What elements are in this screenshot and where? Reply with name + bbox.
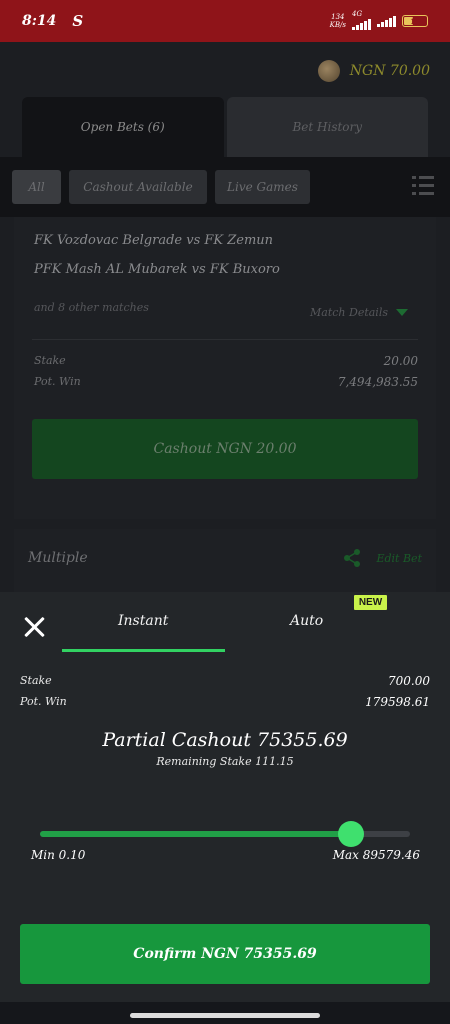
edit-bet-link[interactable]: Edit Bet [376,552,422,565]
system-nav-bar [0,1002,450,1024]
pot-win-value: 7,494,983.55 [337,375,418,389]
tab-bet-history[interactable]: Bet History [226,97,428,157]
partial-cashout-amount: Partial Cashout 75355.69 [102,729,348,751]
bet-tabs: Open Bets (6) Bet History [22,97,428,157]
filter-bar: All Cashout Available Live Games [0,157,450,217]
tab-open-bets[interactable]: Open Bets (6) [22,97,224,157]
pot-win-value: 179598.61 [365,695,430,709]
match-row: PFK Mash AL Mubarek vs FK Buxoro [34,262,280,277]
multiple-bet-card: Multiple Edit Bet [14,529,436,592]
app-notification-icon: S [72,12,84,30]
filter-live-games[interactable]: Live Games [215,170,310,204]
status-bar: 8:14 S 134 KB/s 4G 14 [0,0,450,42]
bet-type-title: Multiple [28,550,88,566]
pot-win-label: Pot. Win [34,375,81,388]
slider-min-label: Min 0.10 [31,848,86,862]
other-matches-text: and 8 other matches [34,301,149,314]
remaining-stake: Remaining Stake 111.15 [156,755,294,768]
status-indicators: 134 KB/s 4G 14 [329,10,428,32]
stake-value: 20.00 [383,354,418,368]
new-badge: NEW [354,595,387,610]
stake-label: Stake [34,354,66,367]
match-row: FK Vozdovac Belgrade vs FK Zemun [34,233,274,248]
close-icon[interactable] [22,614,48,640]
tab-instant[interactable]: Instant [118,613,168,629]
battery-icon: 14 [402,15,428,27]
signal-icon: 4G [352,10,371,32]
avatar[interactable] [317,60,340,82]
share-icon[interactable] [342,548,362,568]
cashout-slider-thumb[interactable] [338,821,365,847]
pot-win-label: Pot. Win [20,695,67,708]
slider-max-label: Max 89579.46 [332,848,420,862]
cashout-button[interactable]: Cashout NGN 20.00 [32,419,418,479]
active-tab-indicator [62,649,225,652]
confirm-cashout-button[interactable]: Confirm NGN 75355.69 [20,924,430,984]
bet-card: FK Vozdovac Belgrade vs FK Zemun PFK Mas… [14,217,436,519]
tab-auto[interactable]: Auto [290,613,323,629]
cashout-sheet: Instant Auto NEW Stake 700.00 Pot. Win 1… [0,592,450,1002]
stake-label: Stake [20,674,52,687]
filter-cashout-available[interactable]: Cashout Available [69,170,207,204]
balance-amount: NGN 70.00 [349,63,430,79]
home-gesture-handle[interactable] [130,1013,320,1018]
match-details-toggle[interactable]: Match Details [310,306,408,319]
stake-value: 700.00 [388,674,430,688]
chevron-down-icon [396,309,408,316]
open-bets-page: NGN 70.00 Open Bets (6) Bet History All … [0,42,450,592]
cashout-slider-fill [40,831,352,837]
list-menu-icon[interactable] [412,176,434,196]
account-header: NGN 70.00 [317,60,430,82]
network-speed: 134 KB/s [329,13,346,29]
filter-all[interactable]: All [12,170,61,204]
signal-bars-icon [377,15,396,27]
status-time: 8:14 [22,13,57,29]
divider [32,339,418,340]
